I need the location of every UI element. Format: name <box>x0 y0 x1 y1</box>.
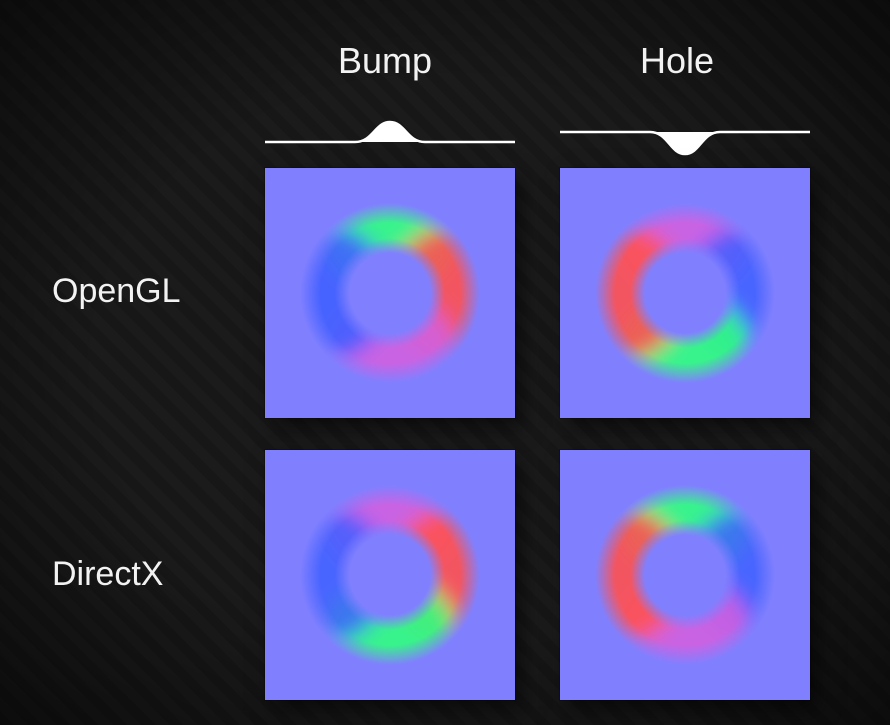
row-header-opengl: OpenGL <box>52 272 181 311</box>
row-header-directx: DirectX <box>52 555 163 594</box>
hole-profile-icon <box>560 114 810 162</box>
tile-directx-hole <box>560 450 810 700</box>
bump-profile-icon <box>265 114 515 162</box>
column-header-bump: Bump <box>338 40 432 82</box>
column-header-hole: Hole <box>640 40 714 82</box>
tile-directx-bump <box>265 450 515 700</box>
tile-opengl-hole <box>560 168 810 418</box>
normal-map-comparison-diagram: Bump Hole OpenGL DirectX <box>0 0 890 725</box>
tile-opengl-bump <box>265 168 515 418</box>
